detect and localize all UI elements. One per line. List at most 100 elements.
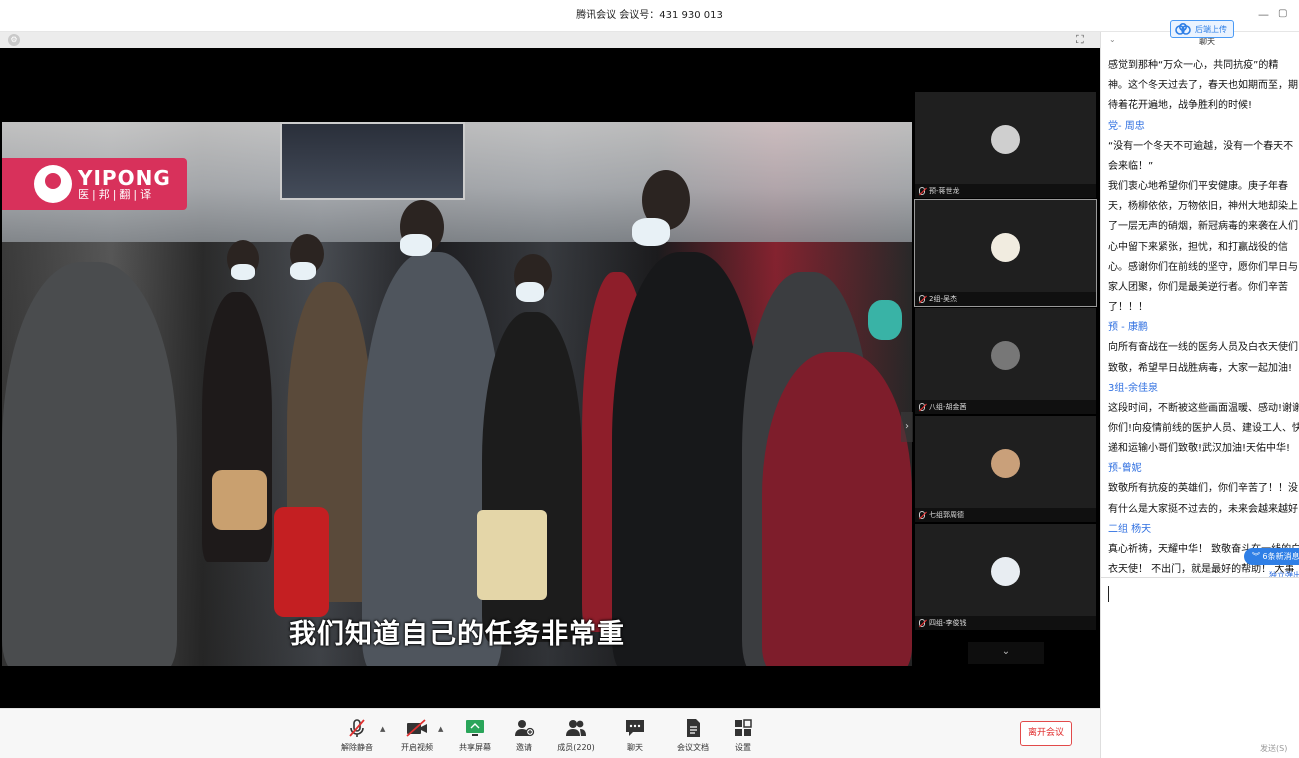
mic-muted-icon <box>919 295 925 303</box>
shared-video: YIPONG 医|邦|翻|译 我们知道自己的任务非常重 <box>2 122 912 666</box>
video-mask <box>516 282 544 302</box>
leave-meeting-button[interactable]: 离开会议 <box>1020 721 1072 746</box>
chat-message-line: 会来临！” <box>1108 160 1154 172</box>
participant-name: 四组-李俊钱 <box>929 619 967 627</box>
participant-avatar <box>991 125 1020 154</box>
upload-button-label: 后端上传 <box>1195 24 1227 34</box>
fullscreen-icon[interactable]: ⛶ <box>1076 33 1084 47</box>
chat-message-line: 感觉到那种“万众一心，共同抗疫”的精 <box>1108 60 1279 71</box>
participant-tile[interactable]: 七组郭周德 <box>915 416 1096 522</box>
participant-avatar <box>991 557 1020 586</box>
chat-message-line: 有什么是大家挺不过去的，未来会越来越好 <box>1108 503 1298 515</box>
chevron-right-icon[interactable]: › <box>901 412 913 442</box>
chat-sender[interactable]: 预 - 康鹏 <box>1108 318 1299 338</box>
logo-text: YIPONG 医|邦|翻|译 <box>78 168 171 201</box>
participant-name-bar: 七组郭周德 <box>915 508 1096 522</box>
minimize-icon[interactable]: — <box>1258 8 1269 21</box>
video-figure <box>2 262 177 666</box>
video-subtitle: 我们知道自己的任务非常重 <box>289 619 625 650</box>
chat-button[interactable]: 聊天 <box>610 717 660 753</box>
settings-button[interactable]: 设置 <box>718 717 768 753</box>
chat-sender[interactable]: 党- 周忠 <box>1108 117 1299 137</box>
document-icon <box>668 717 718 739</box>
new-messages-badge[interactable]: ︾ 6条新消息 <box>1244 548 1299 565</box>
participant-tile[interactable]: 八组-胡金茜 <box>915 308 1096 414</box>
video-bag <box>274 507 329 617</box>
share-screen-button-label: 共享屏幕 <box>459 743 491 752</box>
chat-message-line: 了一层无声的硝烟，新冠病毒的来袭在人们 <box>1108 221 1298 233</box>
grid-settings-icon <box>718 717 768 739</box>
chevron-down-icon[interactable]: ⌄ <box>968 642 1044 664</box>
chat-message-line: 神。这个冬天过去了，春天也如期而至，期 <box>1108 80 1298 92</box>
chat-button-label: 聊天 <box>627 743 643 752</box>
meeting-window: 腾讯会议 会议号：431 930 013 — ▢ 后端上传 ⚙ ⛶ YIPONG… <box>0 0 1299 758</box>
yipong-logo: YIPONG 医|邦|翻|译 <box>2 158 187 210</box>
title-bar: 腾讯会议 会议号：431 930 013 — ▢ <box>0 0 1299 32</box>
participant-avatar <box>991 233 1020 262</box>
send-button[interactable]: 发送(S) <box>1260 743 1287 754</box>
settings-button-label: 设置 <box>735 743 751 752</box>
meeting-toolbar: 解除静音 ▲ 开启视频 ▲ 共享屏幕 邀请 成员(220) 聊天 会议文档 设置… <box>0 708 1100 758</box>
chat-message-line: 天，杨柳依依，万物依旧，神州大地却染上 <box>1108 201 1298 213</box>
video-mask <box>231 264 255 280</box>
video-bag <box>212 470 267 530</box>
gear-icon[interactable]: ⚙ <box>8 34 20 46</box>
video-mask <box>868 300 902 340</box>
mute-button[interactable]: 解除静音 <box>332 717 382 753</box>
chat-panel: ⌄ 聊天 感觉到那种“万众一心，共同抗疫”的精 神。这个冬天过去了，春天也如期而… <box>1100 32 1299 758</box>
participant-name: 八组-胡金茜 <box>929 403 967 411</box>
logo-text-en: YIPONG <box>78 165 171 190</box>
chat-message-line: “没有一个冬天不可逾越，没有一个春天不 <box>1108 140 1294 152</box>
chat-sender[interactable]: 预-曾妮 <box>1108 459 1299 479</box>
mic-muted-icon <box>919 511 925 519</box>
video-background-sign <box>280 122 465 200</box>
chat-message-line: 致敬所有抗疫的英雄们，你们辛苦了！！没 <box>1108 483 1298 495</box>
participant-name: 预-蒋世龙 <box>929 187 960 195</box>
cloud-icon <box>1175 22 1191 35</box>
participant-tiles: 预-蒋世龙 2组-吴杰 八组-胡金茜 七组郭周德 四组-李俊钱 <box>914 92 1097 636</box>
chat-input[interactable]: 发送(S) <box>1101 577 1299 758</box>
logo-mark-icon <box>34 165 72 203</box>
chat-icon <box>610 717 660 739</box>
chat-message-line: 心。感谢你们在前线的坚守，愿你们早日与 <box>1108 261 1298 273</box>
caret-up-icon[interactable]: ▲ <box>438 725 443 733</box>
chat-message-line: 致敬，希望早日战胜病毒，大家一起加油! <box>1108 362 1293 374</box>
participant-tile[interactable]: 2组-吴杰 <box>914 199 1097 307</box>
docs-button-label: 会议文档 <box>677 743 709 752</box>
camera-off-icon <box>392 717 442 739</box>
members-button-label: 成员(220) <box>557 743 595 752</box>
invite-button[interactable]: 邀请 <box>499 717 549 753</box>
share-screen-button[interactable]: 共享屏幕 <box>450 717 500 753</box>
mic-muted-icon <box>919 619 925 627</box>
video-bag <box>477 510 547 600</box>
chat-sender[interactable]: 二组 杨天 <box>1108 520 1299 540</box>
window-title: 腾讯会议 会议号：431 930 013 <box>576 10 723 21</box>
participant-avatar <box>991 341 1020 370</box>
video-mask <box>400 234 432 256</box>
participant-tile[interactable]: 四组-李俊钱 <box>915 524 1096 630</box>
mic-muted-icon <box>919 403 925 411</box>
add-user-icon <box>499 717 549 739</box>
chat-message-line: 待着花开遍地，战争胜利的时候! <box>1108 100 1253 112</box>
chat-message-line: 家人团聚，你们是最美逆行者。你们辛苦 <box>1108 282 1288 294</box>
video-button[interactable]: 开启视频 <box>392 717 442 753</box>
video-button-label: 开启视频 <box>401 743 433 752</box>
video-figure <box>612 252 762 666</box>
chat-sender[interactable]: 3组-余佳泉 <box>1108 379 1299 399</box>
participant-tile[interactable]: 预-蒋世龙 <box>915 92 1096 198</box>
chat-message-line: 你们!向疫情前线的医护人员、建设工人、快 <box>1108 423 1299 435</box>
caret-up-icon[interactable]: ▲ <box>380 725 385 733</box>
video-mask <box>290 262 316 280</box>
participant-name-bar: 预-蒋世龙 <box>915 184 1096 198</box>
chat-messages: 感觉到那种“万众一心，共同抗疫”的精 神。这个冬天过去了，春天也如期而至，期 待… <box>1108 56 1299 580</box>
users-icon <box>551 717 601 739</box>
upload-button[interactable]: 后端上传 <box>1170 20 1234 38</box>
docs-button[interactable]: 会议文档 <box>668 717 718 753</box>
members-button[interactable]: 成员(220) <box>551 717 601 753</box>
restore-icon[interactable]: ▢ <box>1278 8 1287 19</box>
participant-name: 七组郭周德 <box>929 511 964 519</box>
text-cursor <box>1108 586 1109 602</box>
chat-message-line: 了！！！ <box>1108 302 1148 314</box>
mic-muted-icon <box>919 187 925 195</box>
video-mask <box>632 218 670 246</box>
